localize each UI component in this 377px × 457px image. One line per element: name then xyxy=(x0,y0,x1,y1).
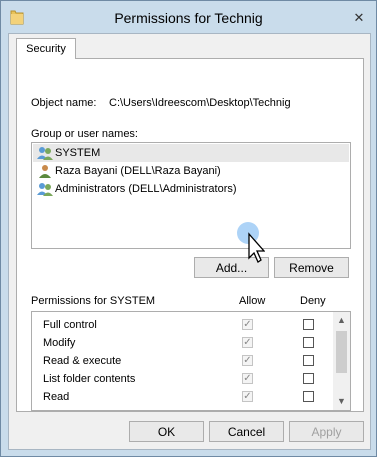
user-label: SYSTEM xyxy=(55,147,101,159)
permission-row: Modify ✓ xyxy=(32,334,332,352)
permission-label: Read xyxy=(43,391,70,403)
permission-label: Modify xyxy=(43,337,76,349)
remove-button[interactable]: Remove xyxy=(274,257,349,278)
list-item-system[interactable]: SYSTEM xyxy=(33,144,349,162)
list-item-administrators[interactable]: Administrators (DELL\Administrators) xyxy=(33,180,349,198)
title-bar[interactable]: Permissions for Technig ✕ xyxy=(1,1,376,33)
permissions-label: Permissions for SYSTEM xyxy=(31,295,156,307)
list-item-raza-bayani[interactable]: Raza Bayani (DELL\Raza Bayani) xyxy=(33,162,349,180)
tab-security[interactable]: Security xyxy=(16,38,76,59)
allow-checkbox: ✓ xyxy=(242,391,253,402)
allow-header: Allow xyxy=(239,295,266,307)
permission-label: Read & execute xyxy=(43,355,122,367)
permissions-scrollbar[interactable]: ▲ ▼ xyxy=(333,312,350,410)
ok-button[interactable]: OK xyxy=(129,421,204,442)
permissions-dialog: Permissions for Technig ✕ Security Objec… xyxy=(0,0,377,457)
user-label: Raza Bayani (DELL\Raza Bayani) xyxy=(55,165,221,177)
scroll-thumb[interactable] xyxy=(336,331,347,373)
deny-checkbox[interactable] xyxy=(303,391,314,402)
allow-checkbox: ✓ xyxy=(242,337,253,348)
window-title: Permissions for Technig xyxy=(114,10,263,26)
permission-row: Read & execute ✓ xyxy=(32,352,332,370)
user-label: Administrators (DELL\Administrators) xyxy=(55,183,237,195)
users-group-icon xyxy=(37,147,53,160)
deny-checkbox[interactable] xyxy=(303,337,314,348)
permission-row: List folder contents ✓ xyxy=(32,370,332,388)
deny-header: Deny xyxy=(300,295,326,307)
allow-checkbox: ✓ xyxy=(242,373,253,384)
users-group-icon xyxy=(37,183,53,196)
security-tab-panel: Object name: C:\Users\Idreescom\Desktop\… xyxy=(16,58,364,412)
cancel-button[interactable]: Cancel xyxy=(209,421,284,442)
permission-label: Full control xyxy=(43,319,97,331)
close-button[interactable]: ✕ xyxy=(348,10,370,26)
mouse-cursor-icon xyxy=(237,222,265,263)
allow-checkbox: ✓ xyxy=(242,355,253,366)
permission-row: Full control ✓ xyxy=(32,316,332,334)
object-name-label: Object name: xyxy=(31,97,97,109)
permission-row: Read ✓ xyxy=(32,388,332,406)
scroll-up-icon[interactable]: ▲ xyxy=(333,312,350,329)
allow-checkbox: ✓ xyxy=(242,319,253,330)
permission-label: List folder contents xyxy=(43,373,136,385)
dialog-body: Security Object name: C:\Users\Idreescom… xyxy=(8,33,371,450)
deny-checkbox[interactable] xyxy=(303,319,314,330)
group-user-list[interactable]: SYSTEM Raza Bayani (DELL\Raza Bayani) Ad… xyxy=(31,142,351,249)
group-names-label: Group or user names: xyxy=(31,128,138,140)
apply-button[interactable]: Apply xyxy=(289,421,364,442)
object-name-value: C:\Users\Idreescom\Desktop\Technig xyxy=(109,97,291,109)
permissions-list[interactable]: Full control ✓ Modify ✓ Read & execute ✓… xyxy=(31,311,351,411)
scroll-down-icon[interactable]: ▼ xyxy=(333,393,350,410)
deny-checkbox[interactable] xyxy=(303,355,314,366)
deny-checkbox[interactable] xyxy=(303,373,314,384)
user-icon xyxy=(39,165,51,178)
